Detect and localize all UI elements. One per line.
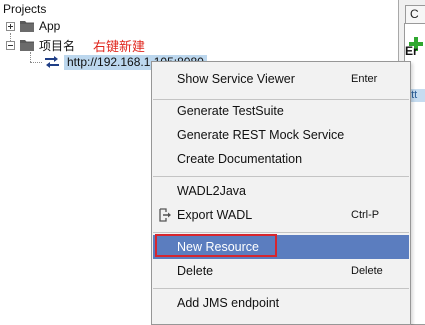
collapse-icon[interactable] — [6, 40, 15, 50]
menu-item-label: WADL2Java — [177, 184, 247, 198]
menu-item-generate-rest-mock-service[interactable]: Generate REST Mock Service — [153, 123, 409, 147]
folder-icon — [20, 21, 34, 32]
rest-service-icon — [45, 56, 59, 68]
tree-connector — [30, 52, 31, 62]
tree-connector — [30, 62, 42, 63]
tree-item-app[interactable]: App — [6, 18, 60, 34]
menu-item-label: Export WADL — [177, 208, 253, 222]
menu-item-shortcut: Delete — [351, 265, 383, 277]
editor-header: Er — [405, 44, 418, 58]
export-icon — [153, 203, 177, 227]
tree-item-label: App — [39, 19, 61, 33]
menu-separator — [153, 288, 409, 289]
tree-item-project[interactable]: 项目名 右键新建 — [6, 37, 146, 54]
menu-item-shortcut: Ctrl-P — [351, 209, 380, 221]
annotation-text: 右键新建 — [93, 38, 146, 54]
tree-item-label: 项目名 — [39, 38, 76, 53]
menu-item-add-jms-endpoint[interactable]: Add JMS endpoint — [153, 291, 409, 315]
menu-separator — [153, 176, 409, 177]
context-menu: Show Service Viewer Enter Generate TestS… — [151, 61, 411, 325]
menu-item-wadl2java[interactable]: WADL2Java — [153, 179, 409, 203]
menu-item-generate-testsuite[interactable]: Generate TestSuite — [153, 99, 409, 123]
menu-item-label: New Resource — [177, 240, 259, 254]
menu-item-label: Generate TestSuite — [177, 104, 284, 118]
menu-item-new-resource[interactable]: New Resource — [153, 235, 409, 259]
menu-item-label: Delete — [177, 264, 214, 278]
menu-item-export-wadl[interactable]: Export WADL Ctrl-P — [153, 203, 409, 227]
menu-item-label: Generate REST Mock Service — [177, 128, 345, 142]
menu-item-label: Show Service Viewer — [177, 72, 295, 86]
menu-item-create-documentation[interactable]: Create Documentation — [153, 147, 409, 171]
panel-title: Projects — [3, 2, 47, 16]
expand-icon[interactable] — [6, 21, 15, 31]
app-window: Projects App 项目名 右键新建 http://192.168.1.1… — [0, 0, 425, 325]
menu-item-shortcut: Enter — [351, 73, 378, 85]
menu-item-delete[interactable]: Delete Delete — [153, 259, 409, 283]
menu-item-label: Add JMS endpoint — [177, 296, 280, 310]
folder-icon — [20, 40, 34, 51]
menu-item-label: Create Documentation — [177, 152, 303, 166]
tab-editor[interactable]: C — [405, 5, 425, 23]
menu-separator — [153, 232, 409, 233]
menu-item-show-service-viewer[interactable]: Show Service Viewer Enter — [153, 67, 409, 91]
